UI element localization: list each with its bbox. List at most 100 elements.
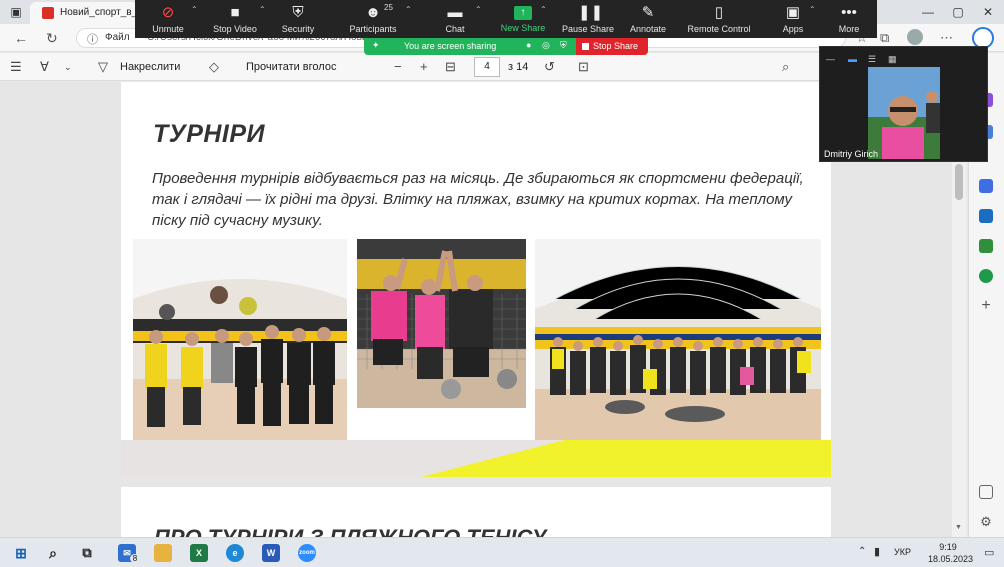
word-icon[interactable]: W — [262, 544, 280, 562]
minimize-video-icon[interactable]: — — [826, 54, 835, 64]
refresh-icon[interactable]: ↻ — [46, 30, 58, 47]
unmute-button[interactable]: ⊘ Unmute — [143, 0, 193, 38]
chat-button[interactable]: ▬ Chat — [433, 0, 477, 38]
excel-icon[interactable]: X — [190, 544, 208, 562]
mic-off-icon: ⊘ — [161, 4, 175, 21]
pause-icon: ❚❚ — [578, 4, 604, 21]
browser-tab-active[interactable]: Новий_спорт_в_Ук — [30, 2, 138, 24]
clock[interactable]: 9:19 18.05.2023 — [928, 541, 973, 565]
video-caret-icon[interactable]: ⌃ — [259, 5, 266, 14]
sidebar-add-icon[interactable]: + — [979, 298, 993, 314]
tab-actions-icon[interactable]: ▣ — [8, 4, 24, 20]
stop-share-button[interactable]: Stop Share — [576, 38, 648, 55]
zoom-meeting-toolbar: ⊘ Unmute ⌃ ■ Stop Video ⌃ ⛨ Security ☻ P… — [135, 0, 877, 38]
draw-icon[interactable]: ▽ — [98, 59, 108, 75]
tournament-photo-high-five — [357, 239, 526, 408]
clock-time: 9:19 — [939, 542, 957, 552]
section-title: ТУРНІРИ — [153, 120, 266, 148]
pause-share-button[interactable]: ❚❚ Pause Share — [559, 0, 617, 38]
stop-video-button[interactable]: ■ Stop Video — [205, 0, 265, 38]
section-text: Проведення турнірів відбувається раз на … — [152, 170, 804, 229]
info-icon[interactable]: ⓘ — [87, 31, 98, 47]
security-button[interactable]: ⛨ Security — [273, 0, 323, 38]
total-pages-label: з 14 — [508, 61, 529, 73]
edge-icon[interactable]: e — [226, 544, 244, 562]
mouse-icon: ▯ — [714, 4, 724, 21]
pin-icon: ✦ — [372, 40, 380, 50]
close-icon[interactable]: ✕ — [980, 4, 996, 20]
apps-icon: ▣ — [785, 4, 801, 21]
search-icon[interactable]: ⌕ — [782, 59, 789, 75]
chat-icon: ▬ — [447, 4, 463, 21]
draw-button[interactable]: Накреслити — [120, 61, 180, 73]
participants-icon: ☻ — [365, 4, 381, 21]
sidebar-tree-icon[interactable] — [979, 269, 993, 283]
collections-icon[interactable]: ⧉ — [880, 30, 889, 46]
video-icon: ■ — [230, 4, 240, 21]
profile-avatar[interactable] — [907, 29, 923, 45]
participants-caret-icon[interactable]: ⌃ — [405, 5, 412, 14]
scroll-thumb[interactable] — [955, 164, 963, 200]
pen-icon: ✎ — [641, 4, 655, 21]
more-icon: ••• — [841, 4, 857, 21]
back-icon[interactable]: ← — [14, 30, 28, 46]
screen-sharing-banner[interactable]: ✦ You are screen sharing ● ◎ ⛨ — [364, 38, 576, 55]
scroll-down-icon[interactable]: ▼ — [955, 524, 962, 531]
participants-button[interactable]: ☻ Participants — [341, 0, 405, 38]
shield-check-icon: ⛨ — [560, 40, 567, 50]
highlight-chevron-icon[interactable]: ⌄ — [64, 62, 72, 73]
sidebar-settings-icon[interactable]: ⚙ — [979, 515, 993, 529]
sidebar-outlook-icon[interactable] — [979, 209, 993, 223]
zoom-in-icon[interactable]: + — [420, 59, 428, 74]
search-taskbar-icon[interactable]: ⌕ — [44, 544, 62, 562]
zoom-app-icon[interactable]: zoom — [298, 544, 316, 562]
address-scheme-label: Файл — [105, 32, 130, 43]
language-indicator[interactable]: УКР — [894, 547, 911, 557]
share-caret-icon[interactable]: ⌃ — [540, 5, 547, 14]
microphone-tray-icon[interactable]: ▮ — [874, 545, 880, 558]
zoom-out-icon[interactable]: − — [394, 59, 402, 74]
annotate-button[interactable]: ✎ Annotate — [625, 0, 671, 38]
remote-control-button[interactable]: ▯ Remote Control — [683, 0, 755, 38]
start-icon[interactable]: ⊞ — [12, 544, 30, 562]
page-number-input[interactable]: 4 — [474, 57, 500, 77]
stop-icon — [582, 43, 589, 50]
mail-badge: 8 — [130, 554, 140, 563]
settings-more-icon[interactable]: ⋯ — [940, 30, 953, 46]
share-settings-icon[interactable]: ◎ — [542, 40, 550, 51]
notifications-icon[interactable]: ▭ — [984, 546, 994, 559]
tray-overflow-icon[interactable]: ⌃ — [858, 546, 866, 557]
participants-count: 25 — [384, 3, 393, 12]
rotate-icon[interactable]: ↺ — [544, 59, 555, 75]
tournament-photo-winners — [133, 239, 347, 442]
minimize-icon[interactable]: — — [920, 4, 936, 20]
page-view-icon[interactable]: ⊡ — [578, 59, 589, 75]
eraser-icon[interactable]: ◇ — [209, 59, 219, 75]
sidebar-copilot-icon[interactable] — [979, 179, 993, 193]
file-explorer-icon[interactable] — [154, 544, 172, 562]
video-thumbnail-panel[interactable]: — ▬ ☰ ▦ Dmitriy Girich — [819, 46, 988, 162]
windows-taskbar: ⊞ ⌕ ⧉ ✉ 8 X e W zoom ⌃ ▮ УКР 9:19 18.05.… — [0, 537, 1004, 567]
chat-caret-icon[interactable]: ⌃ — [475, 5, 482, 14]
share-icon: ↑ — [514, 6, 532, 20]
mic-icon[interactable]: ● — [526, 40, 531, 50]
strip-view-icon[interactable]: ☰ — [868, 54, 876, 65]
tournament-photo-group — [535, 239, 821, 442]
pdf-page: ТУРНІРИ Проведення турнірів відбувається… — [121, 82, 831, 477]
read-aloud-button[interactable]: Прочитати вголос — [246, 61, 336, 73]
active-speaker-view-icon[interactable]: ▬ — [848, 54, 857, 64]
sidebar-layout-icon[interactable] — [979, 485, 993, 499]
participant-video — [868, 67, 940, 159]
apps-caret-icon[interactable]: ⌃ — [809, 5, 816, 14]
highlight-icon[interactable]: ∀ — [40, 59, 49, 75]
gallery-view-icon[interactable]: ▦ — [888, 54, 897, 65]
sidebar-drive-icon[interactable] — [979, 239, 993, 253]
more-button[interactable]: ••• More — [829, 0, 869, 38]
pdf-icon — [42, 7, 54, 19]
maximize-icon[interactable]: ▢ — [950, 4, 966, 20]
contents-icon[interactable]: ☰ — [10, 59, 22, 75]
apps-button[interactable]: ▣ Apps — [775, 0, 811, 38]
unmute-caret-icon[interactable]: ⌃ — [191, 5, 198, 14]
task-view-icon[interactable]: ⧉ — [78, 544, 96, 562]
fit-page-icon[interactable]: ⊟ — [445, 59, 456, 75]
